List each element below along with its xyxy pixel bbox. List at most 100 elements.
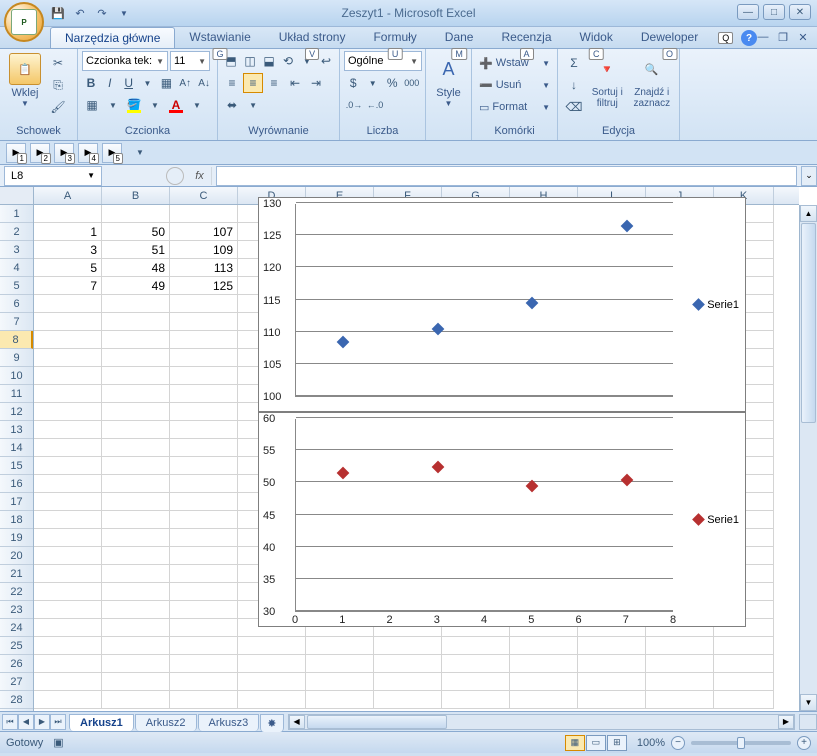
cell-G28[interactable]	[442, 691, 510, 709]
fx-button[interactable]: fx	[188, 167, 212, 185]
hscroll-thumb[interactable]	[307, 715, 447, 729]
cell-A6[interactable]	[34, 295, 102, 313]
macro-button-4[interactable]: ▶4	[78, 143, 98, 163]
cell-H27[interactable]	[510, 673, 578, 691]
tab-1[interactable]: WstawianieG	[175, 27, 264, 48]
autosum-button[interactable]: Σ	[564, 53, 584, 73]
cell-F28[interactable]	[374, 691, 442, 709]
cell-B27[interactable]	[102, 673, 170, 691]
row-header-22[interactable]: 22	[0, 583, 33, 601]
cell-A3[interactable]: 3	[34, 241, 102, 259]
scroll-thumb[interactable]	[801, 223, 816, 423]
cell-C25[interactable]	[170, 637, 238, 655]
cell-A13[interactable]	[34, 421, 102, 439]
format-button[interactable]: ▭Format▼	[476, 97, 553, 117]
row-header-18[interactable]: 18	[0, 511, 33, 529]
cell-C2[interactable]: 107	[170, 223, 238, 241]
cell-C17[interactable]	[170, 493, 238, 511]
doc-close-button[interactable]: ✕	[795, 30, 811, 44]
zoom-slider[interactable]	[691, 741, 791, 745]
cell-C22[interactable]	[170, 583, 238, 601]
scroll-left-icon[interactable]: ◀	[289, 715, 305, 729]
cell-B5[interactable]: 49	[102, 277, 170, 295]
cell-D28[interactable]	[238, 691, 306, 709]
cell-J27[interactable]	[646, 673, 714, 691]
row-header-4[interactable]: 4	[0, 259, 33, 277]
cell-F26[interactable]	[374, 655, 442, 673]
cell-C20[interactable]	[170, 547, 238, 565]
chevron-down-icon[interactable]: ▼	[243, 95, 263, 115]
insert-button[interactable]: ➕Wstaw▼	[476, 53, 553, 73]
cut-button[interactable]: ✂	[48, 53, 68, 73]
view-normal-button[interactable]: ▦	[565, 735, 585, 751]
col-header-B[interactable]: B	[102, 187, 170, 204]
cell-B28[interactable]	[102, 691, 170, 709]
cell-B11[interactable]	[102, 385, 170, 403]
cell-A17[interactable]	[34, 493, 102, 511]
macro-button-3[interactable]: ▶3	[54, 143, 74, 163]
wrap-text-button[interactable]: ↩	[317, 51, 335, 71]
comma-button[interactable]: 000	[403, 73, 422, 93]
cell-D26[interactable]	[238, 655, 306, 673]
chevron-down-icon[interactable]: ▼	[145, 95, 165, 115]
col-header-A[interactable]: A	[34, 187, 102, 204]
cell-G27[interactable]	[442, 673, 510, 691]
cell-J26[interactable]	[646, 655, 714, 673]
cell-C21[interactable]	[170, 565, 238, 583]
font-color-button[interactable]: A	[166, 95, 186, 115]
orientation-button[interactable]: ⟲	[279, 51, 297, 71]
cell-G26[interactable]	[442, 655, 510, 673]
cell-E27[interactable]	[306, 673, 374, 691]
cell-C23[interactable]	[170, 601, 238, 619]
cell-A20[interactable]	[34, 547, 102, 565]
cell-A19[interactable]	[34, 529, 102, 547]
macro-record-icon[interactable]: ▣	[53, 736, 63, 749]
fill-button[interactable]: ↓	[564, 75, 584, 95]
doc-restore-button[interactable]: ❐	[775, 30, 791, 44]
cell-B26[interactable]	[102, 655, 170, 673]
cell-A14[interactable]	[34, 439, 102, 457]
find-select-button[interactable]: 🔍 Znajdź i zaznacz	[629, 51, 675, 124]
cell-I26[interactable]	[578, 655, 646, 673]
cell-C12[interactable]	[170, 403, 238, 421]
cell-A26[interactable]	[34, 655, 102, 673]
vertical-scrollbar[interactable]: ▲ ▼	[799, 205, 817, 711]
cell-B3[interactable]: 51	[102, 241, 170, 259]
underline-dropdown-icon[interactable]: ▼	[139, 73, 157, 93]
macro-button-5[interactable]: ▶5	[102, 143, 122, 163]
decrease-indent-button[interactable]: ⇤	[285, 73, 305, 93]
clear-button[interactable]: ⌫	[564, 97, 584, 117]
fill-color-button[interactable]: 🪣	[124, 95, 144, 115]
row-header-10[interactable]: 10	[0, 367, 33, 385]
grow-font-button[interactable]: A↑	[176, 73, 194, 93]
number-format-combo[interactable]: Ogólne▼	[344, 51, 422, 71]
row-header-7[interactable]: 7	[0, 313, 33, 331]
cell-A4[interactable]: 5	[34, 259, 102, 277]
view-page-layout-button[interactable]: ▭	[586, 735, 606, 751]
row-header-20[interactable]: 20	[0, 547, 33, 565]
decrease-decimal-button[interactable]: ←.0	[365, 95, 385, 115]
cell-C19[interactable]	[170, 529, 238, 547]
zoom-out-button[interactable]: −	[671, 736, 685, 750]
cell-A15[interactable]	[34, 457, 102, 475]
sheet-nav-last-icon[interactable]: ⏭	[50, 714, 66, 730]
qat-redo-icon[interactable]: ↷	[94, 5, 110, 21]
row-header-11[interactable]: 11	[0, 385, 33, 403]
cell-A7[interactable]	[34, 313, 102, 331]
row-header-1[interactable]: 1	[0, 205, 33, 223]
row-header-25[interactable]: 25	[0, 637, 33, 655]
cell-J28[interactable]	[646, 691, 714, 709]
sheet-tab-2[interactable]: Arkusz3	[198, 714, 260, 731]
cell-C4[interactable]: 113	[170, 259, 238, 277]
cell-A2[interactable]: 1	[34, 223, 102, 241]
row-header-19[interactable]: 19	[0, 529, 33, 547]
chart-bottom[interactable]: Serie1 30354045505560012345678	[258, 412, 746, 627]
zoom-level[interactable]: 100%	[637, 737, 665, 749]
tab-2[interactable]: Układ stronyV	[265, 27, 360, 48]
bold-button[interactable]: B	[82, 73, 100, 93]
sort-filter-button[interactable]: 🔻 Sortuj i filtruj	[586, 51, 629, 124]
cell-C10[interactable]	[170, 367, 238, 385]
cell-C5[interactable]: 125	[170, 277, 238, 295]
cell-B22[interactable]	[102, 583, 170, 601]
cell-B7[interactable]	[102, 313, 170, 331]
